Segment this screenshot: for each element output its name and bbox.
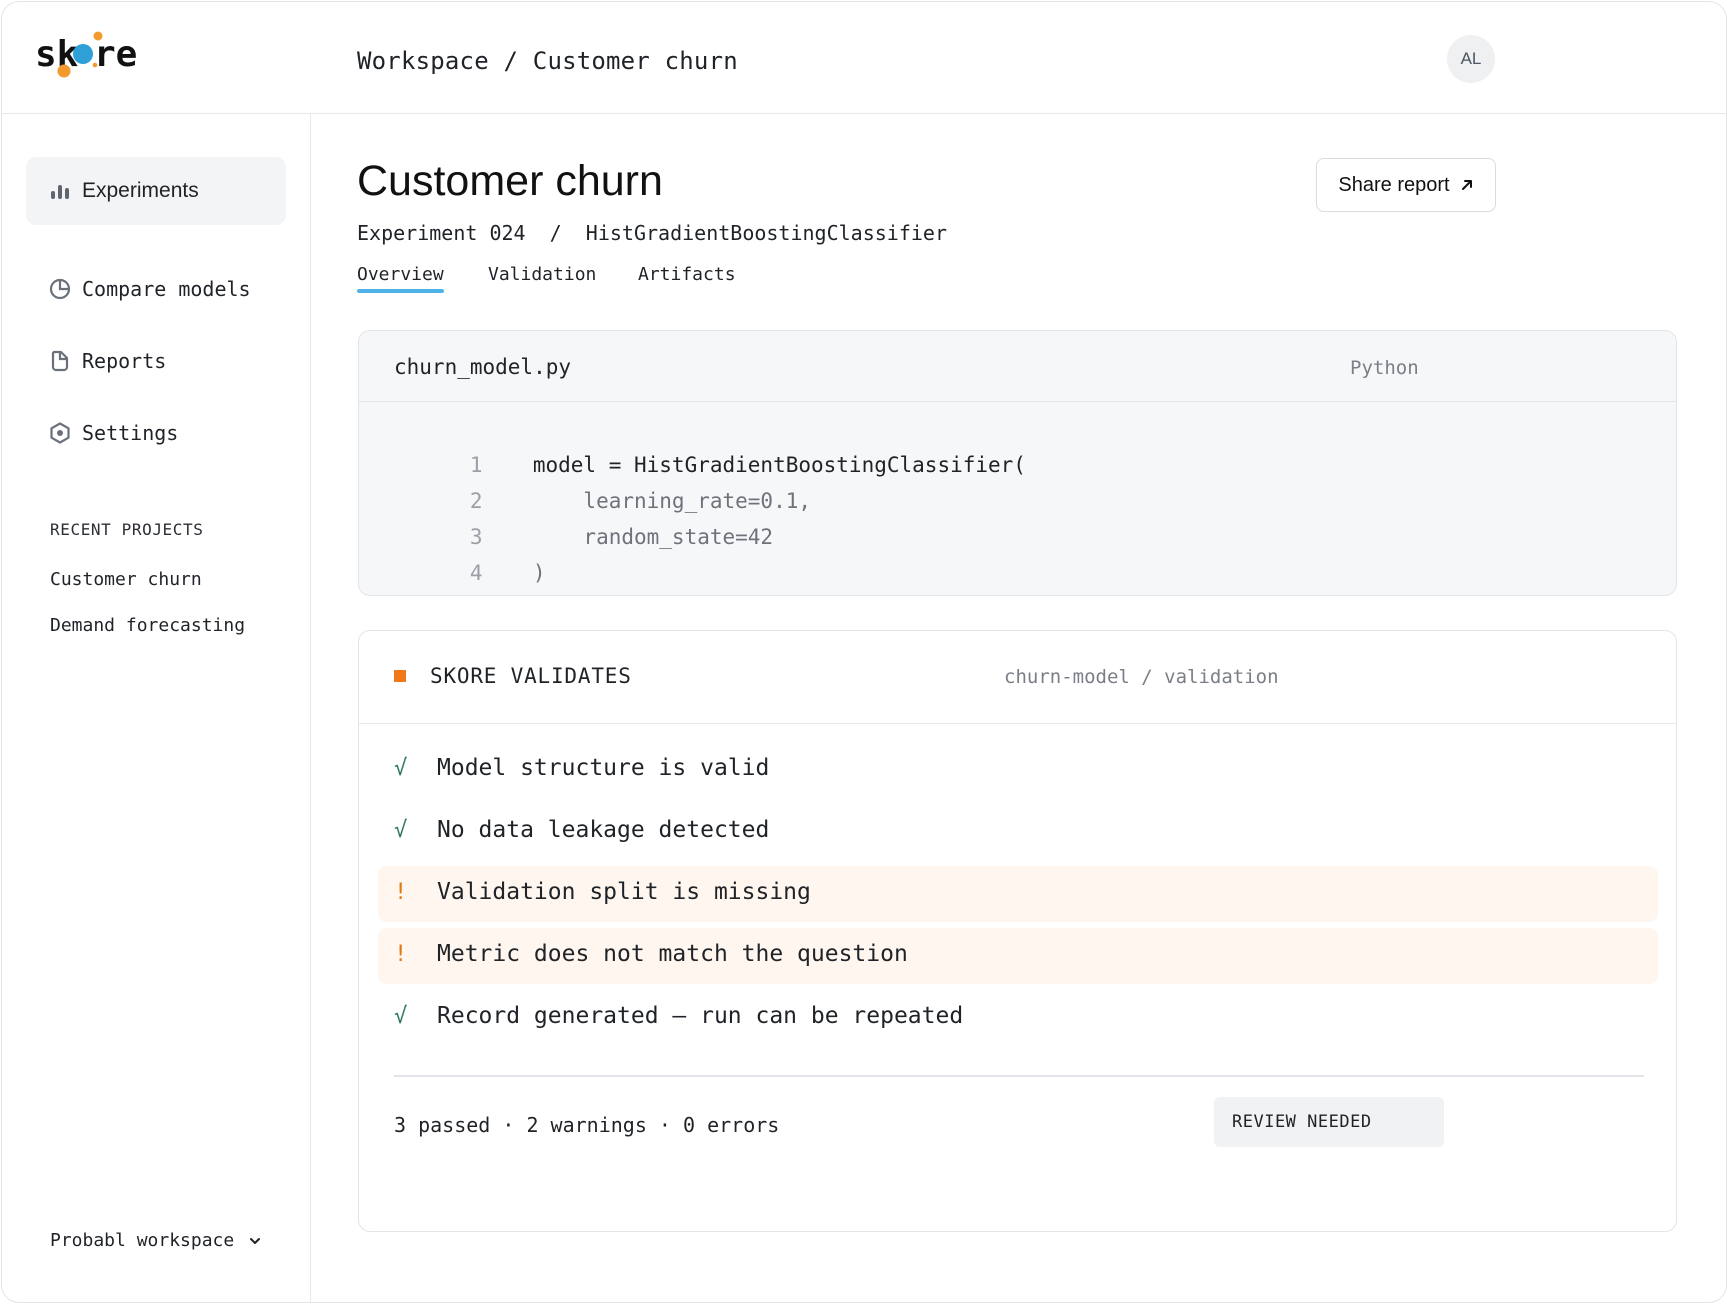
code-card: churn_model.py Python 1 model = HistGradi… (358, 330, 1677, 596)
check-row: √ No data leakage detected (378, 804, 1658, 860)
status-badge: REVIEW NEEDED (1214, 1097, 1444, 1147)
warning-icon: ! (394, 942, 408, 967)
bar-chart-icon (51, 185, 69, 199)
line-number: 4 (469, 561, 483, 585)
tab-validation[interactable]: Validation (488, 264, 596, 285)
tab-artifacts[interactable]: Artifacts (638, 264, 736, 285)
check-text: Metric does not match the question (437, 941, 908, 967)
share-report-label: Share report (1338, 173, 1450, 196)
code-text: random_state=42 (532, 525, 774, 549)
code-line: 1 model = HistGradientBoostingClassifier( (394, 429, 1026, 477)
sidebar-item-label: Settings (82, 421, 179, 445)
check-row-warning: ! Validation split is missing (378, 866, 1658, 922)
check-pass-icon: √ (394, 818, 408, 843)
code-line: 3 random_state=42 (394, 501, 773, 549)
svg-text:re: re (94, 34, 137, 75)
experiment-subtitle: Experiment 024 / HistGradientBoostingCla… (357, 221, 948, 245)
sidebar-item-label: Experiments (82, 179, 199, 202)
check-pass-icon: √ (394, 1004, 408, 1029)
code-line: 2 learning_rate=0.1, (394, 465, 811, 513)
sidebar-item-experiments[interactable]: Experiments (26, 157, 286, 225)
app-window: sk re Workspace / Customer churn AL Expe… (1, 1, 1727, 1303)
code-language: Python (1350, 357, 1419, 379)
sidebar-item-label: Reports (82, 349, 167, 373)
chevron-down-icon (250, 1237, 261, 1244)
top-bar: sk re Workspace / Customer churn AL (2, 2, 1726, 114)
hexagon-settings-icon (50, 422, 70, 444)
document-icon (51, 350, 69, 372)
code-card-header: churn_model.py Python (359, 331, 1676, 402)
check-text: No data leakage detected (437, 817, 770, 843)
warning-icon: ! (394, 880, 408, 905)
avatar[interactable]: AL (1447, 35, 1495, 83)
code-text: ) (532, 561, 546, 585)
recent-project-customer-churn[interactable]: Customer churn (50, 569, 202, 590)
recent-projects-heading: RECENT PROJECTS (50, 520, 204, 539)
check-text: Model structure is valid (437, 755, 770, 781)
tab-overview[interactable]: Overview (357, 264, 444, 293)
validation-card: SKORE VALIDATES churn-model / validation… (358, 630, 1677, 1232)
workspace-name: Probabl workspace (50, 1230, 235, 1251)
validation-title: SKORE VALIDATES (430, 664, 632, 688)
sidebar: Experiments Compare models Reports Setti… (2, 114, 311, 1302)
validation-header: SKORE VALIDATES churn-model / validation (359, 631, 1676, 724)
sidebar-item-settings[interactable]: Settings (26, 399, 286, 467)
skore-logo[interactable]: sk re (35, 30, 165, 90)
check-text: Validation split is missing (437, 879, 811, 905)
check-row-warning: ! Metric does not match the question (378, 928, 1658, 984)
pie-chart-icon (49, 278, 71, 300)
divider (394, 1075, 1644, 1077)
workspace-switcher[interactable]: Probabl workspace (50, 1230, 262, 1251)
sidebar-item-compare-models[interactable]: Compare models (26, 255, 286, 323)
arrow-up-right-icon (1461, 180, 1472, 190)
code-line: 4) (394, 537, 546, 585)
validation-path: churn-model / validation (1004, 666, 1279, 688)
skore-logo-mark: sk re (35, 31, 137, 78)
code-filename: churn_model.py (394, 355, 572, 379)
sidebar-item-label: Compare models (82, 277, 251, 301)
check-text: Record generated — run can be repeated (437, 1003, 964, 1029)
check-row: √ Model structure is valid (378, 742, 1658, 798)
sidebar-item-reports[interactable]: Reports (26, 327, 286, 395)
status-square-icon (394, 670, 406, 682)
share-report-button[interactable]: Share report (1316, 158, 1496, 212)
recent-project-demand-forecasting[interactable]: Demand forecasting (50, 615, 245, 636)
svg-text:sk: sk (35, 34, 79, 75)
validation-summary: 3 passed · 2 warnings · 0 errors (394, 1113, 780, 1137)
check-row: √ Record generated — run can be repeated (378, 990, 1658, 1046)
check-pass-icon: √ (394, 756, 408, 781)
page-title: Customer churn (357, 157, 663, 205)
breadcrumb: Workspace / Customer churn (357, 47, 738, 75)
